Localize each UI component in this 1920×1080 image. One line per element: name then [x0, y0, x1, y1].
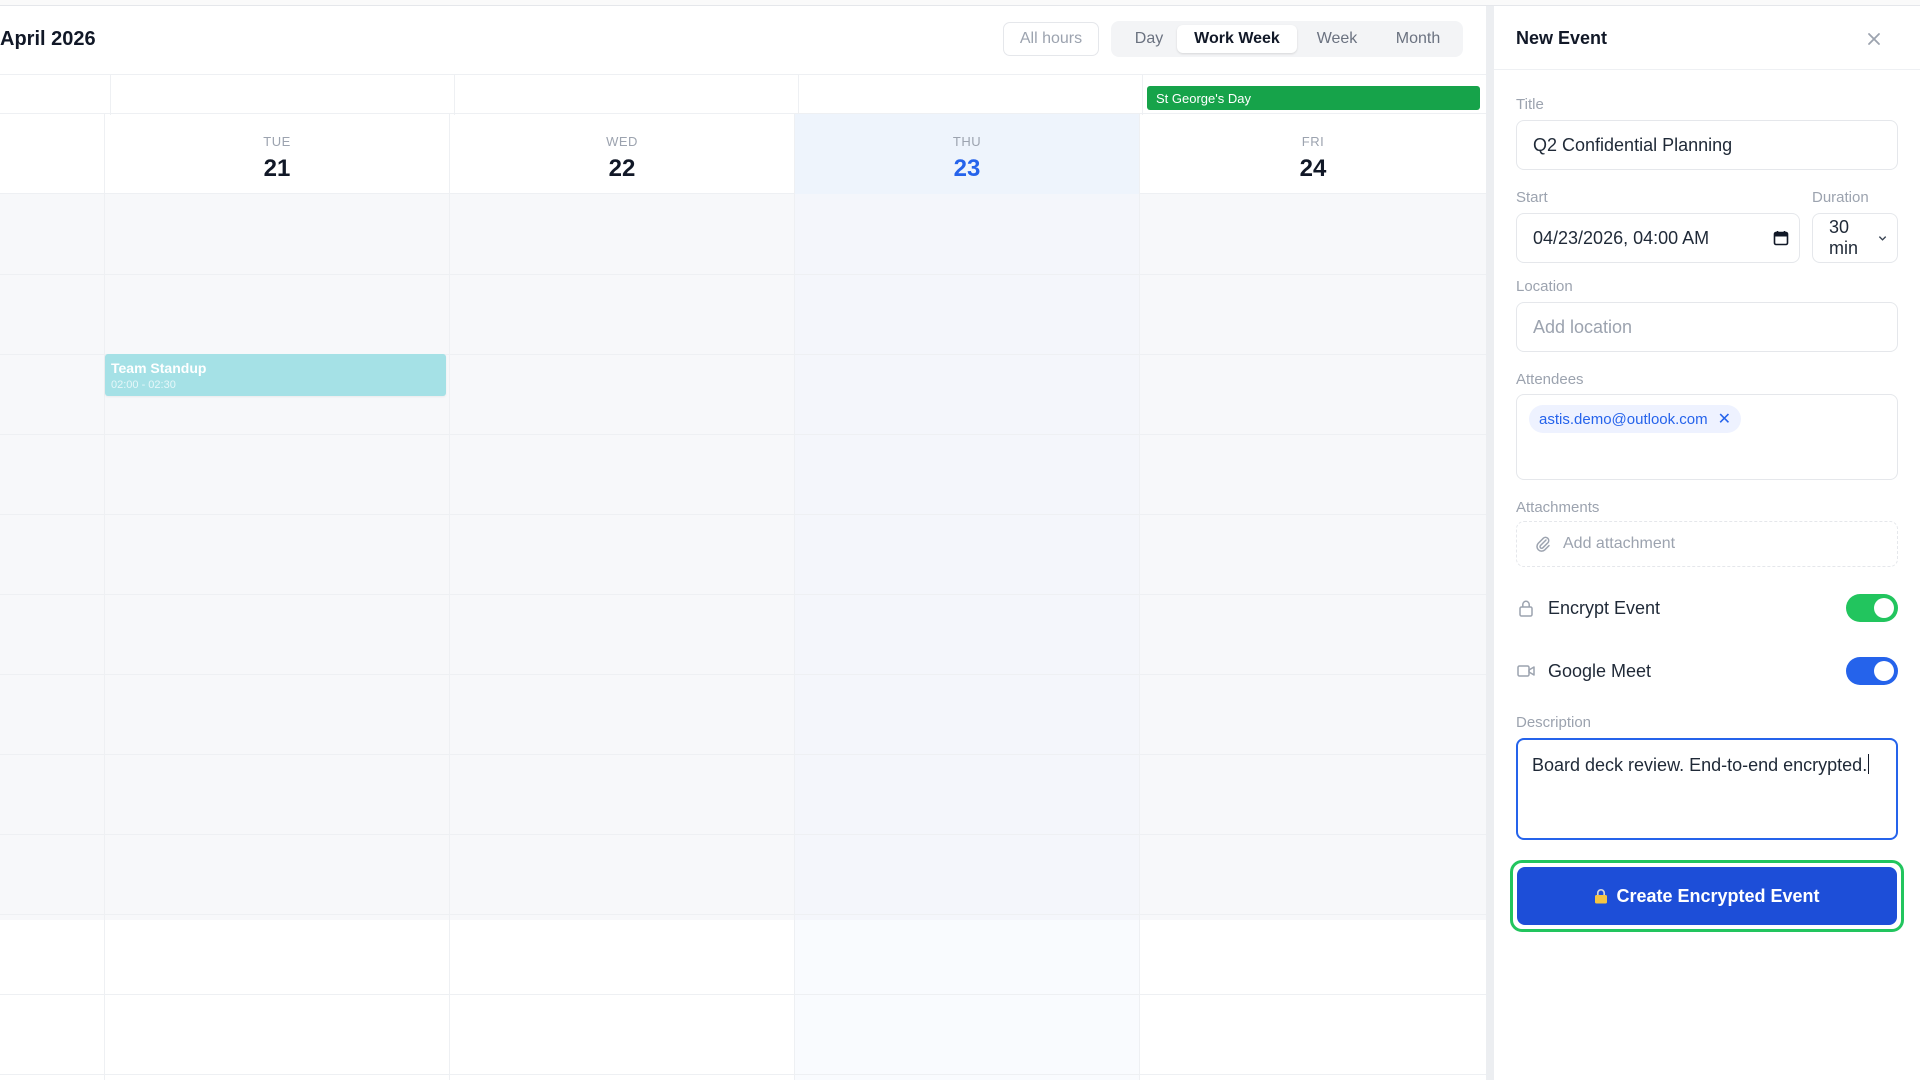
all-day-separator: [798, 75, 799, 115]
day-header-wed[interactable]: WED 22: [449, 114, 794, 194]
create-encrypted-event-button[interactable]: Create Encrypted Event: [1517, 867, 1897, 925]
video-camera-icon: [1516, 664, 1536, 678]
location-placeholder: Add location: [1533, 316, 1633, 337]
toggle-knob: [1874, 661, 1894, 681]
day-number: 24: [1299, 155, 1327, 182]
calendar-icon[interactable]: [1773, 230, 1789, 246]
hour-line: [0, 514, 1486, 515]
lock-icon: [1516, 599, 1536, 617]
event-team-standup[interactable]: Team Standup 02:00 - 02:30: [105, 354, 446, 396]
duration-label: Duration: [1812, 189, 1869, 206]
close-icon: [1868, 33, 1880, 45]
day-column-tue[interactable]: [104, 194, 449, 1080]
all-day-row: St George's Day: [0, 74, 1486, 115]
description-textarea[interactable]: Board deck review. End-to-end encrypted.: [1516, 738, 1898, 840]
day-of-week: FRI: [1301, 134, 1325, 149]
encrypt-label: Encrypt Event: [1548, 597, 1661, 618]
event-title: Team Standup: [111, 360, 207, 376]
day-header-row: TUE 21 WED 22 THU 23 FRI 24: [0, 114, 1486, 194]
encrypt-toggle[interactable]: [1846, 594, 1898, 622]
chevron-down-icon: [1878, 236, 1887, 241]
day-header-tue[interactable]: TUE 21: [104, 114, 449, 194]
all-day-separator: [454, 75, 455, 115]
text-caret: [1868, 754, 1870, 774]
title-input[interactable]: Q2 Confidential Planning: [1516, 120, 1898, 170]
day-of-week: THU: [952, 134, 982, 149]
paperclip-icon: [1535, 535, 1551, 553]
remove-attendee-icon[interactable]: ✕: [1718, 409, 1731, 429]
month-title: April 2026: [0, 28, 96, 50]
view-work-week-button[interactable]: Work Week: [1177, 25, 1297, 53]
google-meet-label: Google Meet: [1548, 660, 1652, 681]
day-column-fri[interactable]: [1139, 194, 1486, 1080]
attendees-label: Attendees: [1516, 371, 1584, 388]
day-header-thu[interactable]: THU 23: [794, 114, 1139, 194]
view-month-button[interactable]: Month: [1377, 25, 1459, 53]
google-meet-toggle[interactable]: [1846, 657, 1898, 685]
google-meet-row: Google Meet: [1516, 654, 1898, 688]
hour-line: [0, 834, 1486, 835]
duration-value: 30 min: [1829, 217, 1859, 258]
day-header-fri[interactable]: FRI 24: [1139, 114, 1486, 194]
attendee-chip[interactable]: astis.demo@outlook.com ✕: [1529, 405, 1742, 433]
hour-line: [0, 674, 1486, 675]
view-day-button[interactable]: Day: [1117, 25, 1181, 53]
create-button-label: Create Encrypted Event: [1616, 885, 1820, 906]
attendees-input[interactable]: astis.demo@outlook.com ✕: [1516, 394, 1898, 480]
title-label: Title: [1516, 96, 1544, 113]
hour-line: [0, 754, 1486, 755]
start-datetime-input[interactable]: 04/23/2026, 04:00 AM: [1516, 213, 1800, 263]
create-button-focus-ring: Create Encrypted Event: [1510, 860, 1904, 932]
hour-line: [0, 594, 1486, 595]
panel-divider: [1486, 6, 1494, 1080]
time-grid: [0, 194, 1486, 1080]
lock-icon: [1594, 888, 1608, 904]
attachments-label: Attachments: [1516, 499, 1600, 516]
calendar-toolbar: April 2026 All hours Day Work Week Week …: [0, 6, 1486, 74]
day-number: 22: [608, 155, 636, 182]
duration-select[interactable]: 30 min: [1812, 213, 1898, 263]
view-week-button[interactable]: Week: [1301, 25, 1373, 53]
close-button[interactable]: [1860, 25, 1888, 53]
encrypt-row: Encrypt Event: [1516, 591, 1898, 625]
all-day-separator: [1142, 75, 1143, 115]
description-label: Description: [1516, 714, 1592, 731]
add-attachment-button[interactable]: Add attachment: [1516, 521, 1898, 567]
hour-line: [0, 1074, 1486, 1075]
hour-line: [0, 434, 1486, 435]
panel-title: New Event: [1516, 28, 1608, 48]
view-switcher: Day Work Week Week Month: [1111, 21, 1463, 57]
toggle-knob: [1874, 598, 1894, 618]
day-of-week: WED: [606, 134, 638, 149]
all-hours-button[interactable]: All hours: [1003, 22, 1099, 56]
day-column-thu[interactable]: [794, 194, 1139, 1080]
panel-header: New Event: [1494, 6, 1920, 70]
event-time: 02:00 - 02:30: [111, 379, 176, 391]
attachment-placeholder: Add attachment: [1563, 535, 1676, 552]
holiday-event[interactable]: St George's Day: [1147, 86, 1480, 110]
hour-line: [0, 914, 1486, 915]
day-column-wed[interactable]: [449, 194, 794, 1080]
location-label: Location: [1516, 278, 1573, 295]
description-value: Board deck review. End-to-end encrypted.: [1532, 755, 1868, 775]
attendee-email: astis.demo@outlook.com: [1539, 410, 1708, 428]
day-of-week: TUE: [263, 134, 291, 149]
new-event-panel: New Event Title Q2 Confidential Planning…: [1494, 6, 1920, 1080]
start-label: Start: [1516, 189, 1548, 206]
day-number: 23: [953, 155, 981, 182]
all-day-separator: [110, 75, 111, 115]
location-input[interactable]: Add location: [1516, 302, 1898, 352]
calendar-view: April 2026 All hours Day Work Week Week …: [0, 6, 1486, 1080]
start-value: 04/23/2026, 04:00 AM: [1533, 227, 1710, 248]
title-value: Q2 Confidential Planning: [1533, 134, 1733, 155]
hour-line: [0, 274, 1486, 275]
hour-line: [0, 994, 1486, 995]
day-number: 21: [263, 155, 291, 182]
